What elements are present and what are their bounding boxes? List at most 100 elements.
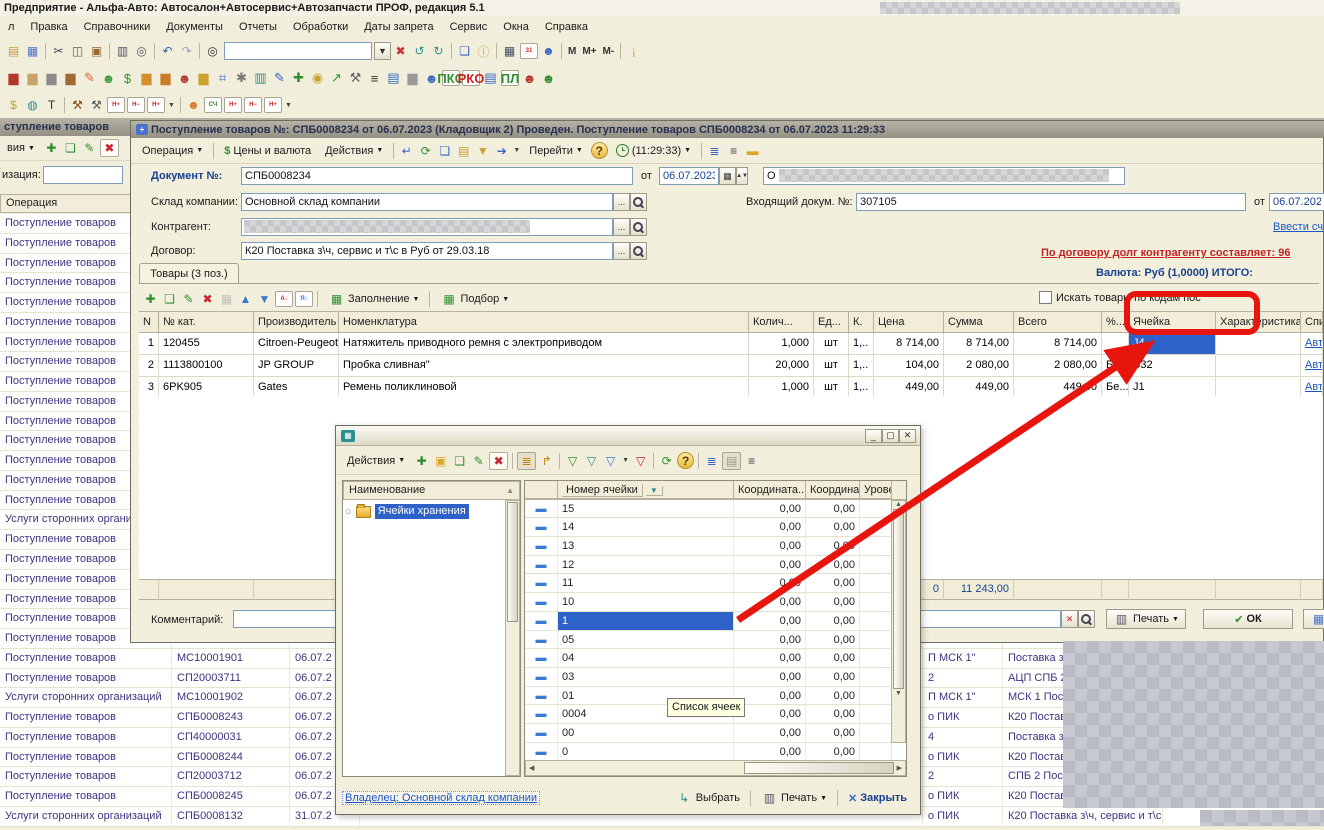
copy-icon[interactable]: ❏ (62, 140, 79, 156)
sep[interactable] (620, 43, 621, 59)
parts-icon[interactable]: ▆ (43, 70, 60, 86)
doc-actions-button[interactable]: Действия▼ (318, 141, 390, 161)
sort-az-icon[interactable]: А↓ (275, 291, 293, 307)
sep[interactable] (180, 97, 181, 113)
pick-button[interactable]: ▦Подбор▼ (433, 289, 516, 309)
m-plus-icon[interactable]: M+ (580, 43, 598, 59)
popup-maximize-button[interactable]: ▢ (882, 429, 899, 443)
goods-column-header[interactable]: К. (849, 311, 874, 333)
contract-debt-link[interactable]: По договору долг контрагенту составляет:… (1041, 247, 1290, 259)
nakl-plus4-icon[interactable]: Н+ (264, 97, 282, 113)
contract-select-button[interactable]: ... (613, 242, 630, 260)
search-dropdown-button[interactable]: ▼ (374, 42, 391, 60)
doc-date-calendar-button[interactable]: ▦ (719, 167, 736, 185)
doc-time-button[interactable]: (11:29:33)▼ (609, 141, 698, 161)
sort-za-icon[interactable]: Я↓ (295, 291, 313, 307)
column-header-level[interactable]: Уровен (860, 481, 892, 499)
dropdown-icon[interactable]: ▼ (167, 97, 176, 113)
copy-icon[interactable]: ◫ (69, 43, 86, 59)
office-icon[interactable]: ▆ (404, 70, 421, 86)
structure-icon[interactable]: ≣ (703, 453, 720, 469)
save-button[interactable]: ▦Записать (1303, 609, 1324, 629)
sep[interactable] (45, 43, 46, 59)
cell-row[interactable]: ▬ 04 0,00 0,00 (525, 649, 906, 668)
sep[interactable] (698, 453, 699, 469)
save-icon[interactable]: ▦ (218, 291, 235, 307)
clear-find-icon[interactable]: ✖ (392, 43, 409, 59)
tyre-icon[interactable]: T (43, 97, 60, 113)
find-icon[interactable]: ◎ (204, 43, 221, 59)
note-icon[interactable]: ▬ (744, 143, 761, 159)
sep[interactable] (512, 453, 513, 469)
dealership-icon[interactable]: ▆ (5, 70, 22, 86)
comment-clear-button[interactable]: ✕ (1061, 610, 1078, 628)
transfer-in-icon[interactable]: ☻ (521, 70, 538, 86)
rko-icon[interactable]: РКО (462, 70, 480, 86)
schet-icon[interactable]: СЧ (204, 97, 222, 113)
copy-docs-icon[interactable]: ❏ (456, 43, 473, 59)
warehouse-select-button[interactable]: ... (613, 193, 630, 211)
find-next-icon[interactable]: ↻ (430, 43, 447, 59)
doc-date-input[interactable] (659, 167, 719, 185)
tools-icon[interactable]: ⚒ (347, 70, 364, 86)
warehouse-input[interactable] (241, 193, 613, 211)
doc-date-spinner[interactable]: ▲▼ (736, 167, 748, 185)
catalog-icon[interactable]: ▤ (385, 70, 402, 86)
refresh-icon[interactable]: ⟳ (658, 453, 675, 469)
menu-item[interactable]: Документы (158, 19, 231, 35)
copy-icon[interactable]: ❏ (161, 291, 178, 307)
cell-row[interactable]: ▬ 1 0,00 0,00 (525, 612, 906, 631)
post-icon[interactable]: ▤ (455, 143, 472, 159)
list-hscrollbar[interactable]: ◀ ▶ (525, 760, 906, 776)
m-icon[interactable]: M (566, 43, 578, 59)
comment-history-button[interactable] (1078, 610, 1095, 628)
menu-item[interactable]: Обработки (285, 19, 356, 35)
goods-column-header[interactable]: Всего (1014, 311, 1102, 333)
m-minus-icon[interactable]: M- (601, 43, 617, 59)
move-group-icon[interactable]: ↱ (538, 453, 555, 469)
column-header-coord-y[interactable]: Координа... (806, 481, 860, 499)
nakl-minus2-icon[interactable]: Н− (244, 97, 262, 113)
info-icon[interactable]: ⓘ (475, 43, 492, 59)
service-tools-icon[interactable]: ⚒ (69, 97, 86, 113)
customer-icon[interactable]: ☻ (100, 70, 117, 86)
dropdown2-icon[interactable]: ▼ (284, 97, 293, 113)
edit-icon[interactable]: ✎ (470, 453, 487, 469)
menu-item[interactable]: Отчеты (231, 19, 285, 35)
nakl-plus3-icon[interactable]: Н+ (224, 97, 242, 113)
cash-book-icon[interactable]: ▆ (138, 70, 155, 86)
help-icon[interactable]: ? (591, 142, 608, 159)
pencils-icon[interactable]: ✎ (81, 70, 98, 86)
filter-dd-icon[interactable]: ▼ (621, 453, 630, 469)
refresh-icon[interactable]: ⟳ (417, 143, 434, 159)
move-down-icon[interactable]: ▼ (256, 291, 273, 307)
delete-icon[interactable]: ✖ (489, 452, 508, 470)
filter-set-icon[interactable]: ▽ (564, 453, 581, 469)
cell-row[interactable]: ▬ 00 0,00 0,00 (525, 724, 906, 743)
cell-row[interactable]: ▬ 12 0,00 0,00 (525, 556, 906, 575)
goods-column-header[interactable]: Ед... (814, 311, 849, 333)
undo-icon[interactable]: ↶ (159, 43, 176, 59)
redo-icon[interactable]: ↷ (178, 43, 195, 59)
box-icon[interactable]: ▆ (62, 70, 79, 86)
hammers-icon[interactable]: ⚒ (88, 97, 105, 113)
sep[interactable] (653, 453, 654, 469)
add-icon[interactable]: ✚ (43, 140, 60, 156)
coins-icon[interactable]: ◉ (309, 70, 326, 86)
menu-item[interactable]: Справка (537, 19, 596, 35)
popup-close-button[interactable]: ✕ (899, 429, 916, 443)
sep[interactable] (109, 43, 110, 59)
goods-row[interactable]: 1120455Citroen-Peugeot Натяжитель привод… (139, 333, 1323, 355)
goods-column-header[interactable]: Производитель (254, 311, 339, 333)
users-icon[interactable]: ☻ (540, 43, 557, 59)
goods-column-header[interactable]: Спи (1301, 311, 1323, 333)
globe-icon[interactable]: ◍ (24, 97, 41, 113)
goods-column-header[interactable]: Номенклатура (339, 311, 749, 333)
menu-item[interactable]: Правка (22, 19, 75, 35)
goods-column-header[interactable]: Колич... (749, 311, 814, 333)
popup-actions-button[interactable]: Действия▼ (340, 451, 412, 471)
cell-row[interactable]: ▬ 15 0,00 0,00 (525, 500, 906, 519)
structure-icon[interactable]: ≣ (706, 143, 723, 159)
add-icon[interactable]: ✚ (142, 291, 159, 307)
goods-column-header[interactable]: N (139, 311, 159, 333)
